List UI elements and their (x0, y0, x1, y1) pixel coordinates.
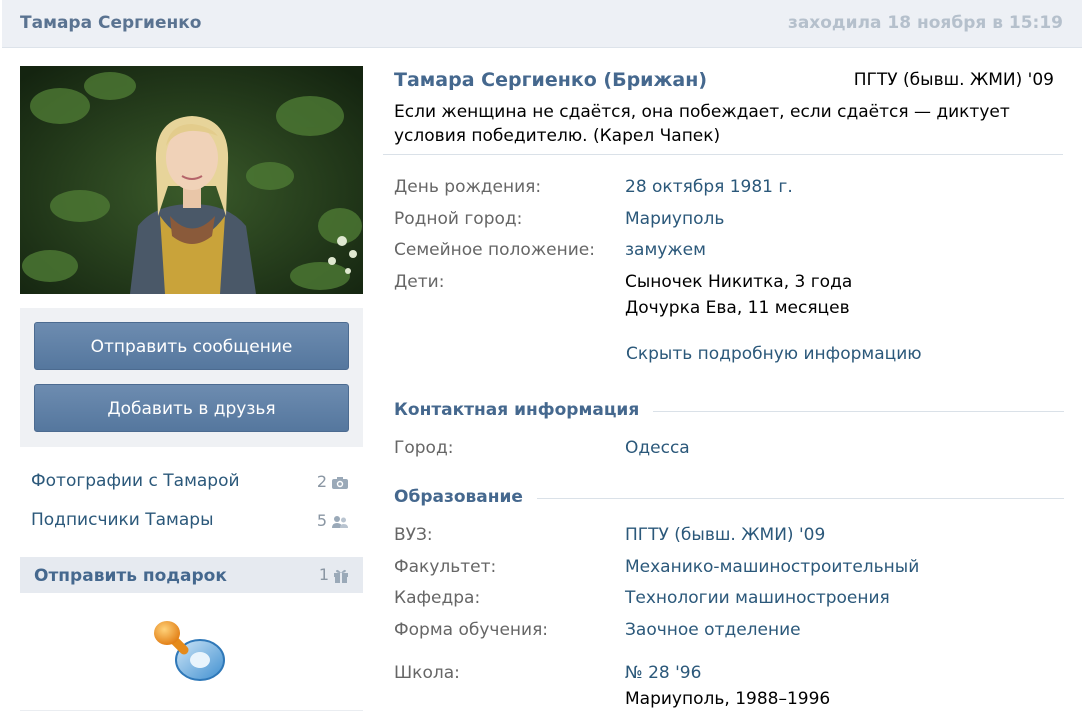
school-details: Мариуполь, 1988–1996 (625, 689, 831, 709)
send-message-button[interactable]: Отправить сообщение (34, 322, 349, 370)
left-divider (20, 710, 363, 711)
profile-full-name: Тамара Сергиенко (Брижан) (394, 69, 708, 91)
department-value[interactable]: Технологии машиностроения (625, 588, 890, 608)
add-friend-button[interactable]: Добавить в друзья (34, 384, 349, 432)
followers-link[interactable]: Подписчики Тамары (31, 510, 214, 530)
city-label: Город: (394, 438, 454, 458)
people-icon (332, 515, 348, 528)
child-1: Сыночек Никитка, 3 года (625, 272, 853, 292)
left-column: Отправить сообщение Добавить в друзья Фо… (20, 66, 363, 711)
gift-icon (334, 569, 348, 583)
status-text: Если женщина не сдаётся, она побеждает, … (394, 102, 1010, 146)
city-value[interactable]: Одесса (625, 438, 690, 458)
education-section-title: Образование (394, 487, 537, 507)
profile-photo[interactable] (20, 66, 363, 294)
study-form-value[interactable]: Заочное отделение (625, 620, 801, 640)
header-name[interactable]: Тамара Сергиенко (20, 13, 201, 33)
profile-header: Тамара Сергиенко заходила 18 ноября в 15… (2, 0, 1082, 48)
divider (383, 154, 1063, 155)
send-gift-bar[interactable]: Отправить подарок 1 (20, 557, 363, 593)
child-2: Дочурка Ева, 11 месяцев (625, 298, 850, 318)
children-label: Дети: (394, 272, 445, 292)
birthday-label: День рождения: (394, 177, 542, 197)
hometown-value[interactable]: Мариуполь (625, 209, 724, 229)
last-seen-text: заходила 18 ноября в 15:19 (787, 13, 1063, 33)
gifts-count: 1 (319, 565, 349, 584)
followers-count[interactable]: 5 (317, 511, 349, 530)
photos-count[interactable]: 2 (317, 472, 349, 491)
faculty-value[interactable]: Механико-машиностроительный (625, 557, 919, 577)
university-value[interactable]: ПГТУ (бывш. ЖМИ) '09 (625, 525, 825, 545)
photos-with-user-link[interactable]: Фотографии с Тамарой (31, 471, 240, 491)
school-label: Школа: (394, 663, 460, 683)
camera-icon (332, 476, 348, 489)
header-university[interactable]: ПГТУ (бывш. ЖМИ) '09 (854, 70, 1054, 90)
action-buttons-panel: Отправить сообщение Добавить в друзья (20, 308, 363, 447)
send-gift-link[interactable]: Отправить подарок (34, 566, 227, 586)
birthday-value[interactable]: 28 октября 1981 г. (625, 177, 793, 197)
marital-label: Семейное положение: (394, 240, 595, 260)
school-value[interactable]: № 28 '96 (625, 663, 701, 683)
pacifier-icon[interactable] (150, 616, 230, 686)
hide-details-link[interactable]: Скрыть подробную информацию (626, 344, 922, 364)
hometown-label: Родной город: (394, 209, 523, 229)
contacts-section-title: Контактная информация (394, 400, 654, 420)
faculty-label: Факультет: (394, 557, 497, 577)
department-label: Кафедра: (394, 588, 481, 608)
marital-value[interactable]: замужем (625, 240, 706, 260)
university-label: ВУЗ: (394, 525, 433, 545)
study-form-label: Форма обучения: (394, 620, 549, 640)
